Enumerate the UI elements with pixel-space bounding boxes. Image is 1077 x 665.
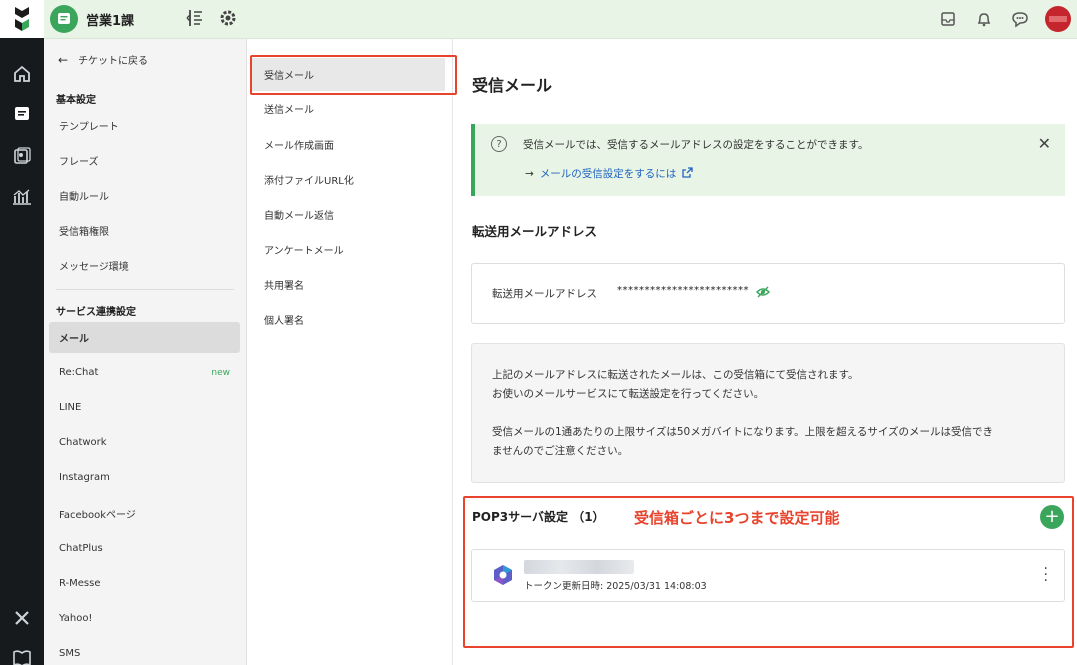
arrow-left-icon: ←	[58, 52, 69, 67]
info-help-link[interactable]: → メールの受信設定をするには	[525, 166, 693, 181]
main-content: 受信メール ? 受信メールでは、受信するメールアドレスの設定をすることができます…	[454, 39, 1077, 665]
forward-note: 上記のメールアドレスに転送されたメールは、この受信箱にて受信されます。 お使いの…	[471, 343, 1065, 483]
pop3-settings-title: POP3サーバ設定 （1）	[472, 510, 605, 524]
info-text: 受信メールでは、受信するメールアドレスの設定をすることができます。	[523, 139, 869, 151]
add-pop3-button[interactable]: +	[1040, 505, 1064, 529]
sidebar-item-mail[interactable]: メール	[49, 322, 240, 353]
redacted-account	[524, 560, 634, 574]
info-banner: ? 受信メールでは、受信するメールアドレスの設定をすることができます。 → メー…	[471, 124, 1065, 196]
microsoft-logo-icon	[492, 564, 516, 588]
bell-icon[interactable]	[973, 8, 995, 30]
sidebar-item-rechat[interactable]: Re:Chat new	[49, 357, 240, 388]
ticket-icon[interactable]	[10, 102, 34, 126]
back-to-tickets-link[interactable]: ← チケットに戻る	[58, 52, 149, 68]
sidebar-item-chatplus[interactable]: ChatPlus	[49, 533, 240, 564]
forward-address-box: 転送用メールアドレス ************************	[471, 263, 1065, 324]
collapse-menu-icon[interactable]	[186, 8, 204, 31]
settings-sidebar: ← チケットに戻る 基本設定 テンプレート フレーズ 自動ルール 受信箱権限 メ…	[44, 39, 247, 665]
menu-item-auto-reply[interactable]: 自動メール返信	[251, 198, 445, 231]
sidebar-item-chatwork[interactable]: Chatwork	[49, 427, 240, 458]
note-line: お使いのメールサービスにて転送設定を行ってください。	[492, 388, 765, 400]
sidebar-item-auto-rule[interactable]: 自動ルール	[49, 180, 240, 211]
menu-item-incoming-mail[interactable]: 受信メール	[251, 58, 445, 91]
logo-icon	[15, 7, 29, 31]
pop3-account-card[interactable]: トークン更新日時: 2025/03/31 14:08:03 · · ·	[471, 549, 1065, 602]
team-switcher[interactable]: 営業1課	[50, 5, 134, 33]
back-label: チケットに戻る	[78, 56, 149, 67]
forward-address-title: 転送用メールアドレス	[472, 224, 598, 239]
new-badge: new	[211, 367, 230, 378]
plus-icon: +	[1044, 506, 1060, 527]
more-vertical-icon[interactable]: · · ·	[1044, 562, 1048, 588]
menu-item-compose-screen[interactable]: メール作成画面	[251, 128, 445, 161]
menu-item-attachment-url[interactable]: 添付ファイルURL化	[251, 163, 445, 196]
forward-address-value: ************************	[617, 285, 749, 296]
sidebar-item-line[interactable]: LINE	[49, 392, 240, 423]
tools-icon[interactable]	[10, 606, 34, 630]
sidebar-item-message-env[interactable]: メッセージ環境	[49, 250, 240, 281]
team-name: 営業1課	[86, 13, 135, 29]
sidebar-item-rmesse[interactable]: R-Messe	[49, 568, 240, 599]
sidebar-item-instagram[interactable]: Instagram	[49, 462, 240, 493]
book-icon[interactable]	[10, 646, 34, 665]
external-link-icon	[682, 166, 693, 181]
token-updated-time: トークン更新日時: 2025/03/31 14:08:03	[524, 581, 707, 592]
forward-address-label: 転送用メールアドレス	[492, 288, 597, 300]
note-line: 上記のメールアドレスに転送されたメールは、この受信箱にて受信されます。	[492, 369, 859, 381]
menu-item-survey-mail[interactable]: アンケートメール	[251, 233, 445, 266]
user-avatar[interactable]	[1045, 6, 1071, 32]
chat-support-icon[interactable]	[1009, 8, 1031, 30]
mail-settings-menu: 受信メール 送信メール メール作成画面 添付ファイルURL化 自動メール返信 ア…	[247, 39, 453, 665]
home-icon[interactable]	[10, 62, 34, 86]
note-line: ませんのでご注意ください。	[492, 445, 629, 457]
note-line: 受信メールの1通あたりの上限サイズは50メガバイトになります。上限を超えるサイズ…	[492, 426, 994, 438]
inbox-icon[interactable]	[937, 8, 959, 30]
app-rail	[0, 0, 44, 665]
report-icon[interactable]	[10, 185, 34, 209]
annotation-text: 受信箱ごとに3つまで設定可能	[634, 509, 840, 527]
sidebar-item-facebook[interactable]: Facebookページ	[49, 498, 240, 529]
gear-icon[interactable]	[218, 8, 238, 31]
sidebar-item-phrase[interactable]: フレーズ	[49, 145, 240, 176]
divider	[56, 289, 234, 290]
sidebar-item-sms[interactable]: SMS	[49, 638, 240, 665]
sidebar-item-yahoo[interactable]: Yahoo!	[49, 603, 240, 634]
section-service-title: サービス連携設定	[56, 307, 136, 318]
arrow-right-icon: →	[525, 167, 534, 180]
sidebar-item-template[interactable]: テンプレート	[49, 110, 240, 141]
app-logo[interactable]	[0, 0, 44, 38]
page-title: 受信メール	[472, 76, 553, 95]
section-basic-title: 基本設定	[56, 95, 96, 106]
top-bar: 営業1課	[44, 0, 1077, 39]
eye-off-icon[interactable]	[755, 286, 771, 301]
question-icon: ?	[491, 136, 507, 152]
contacts-icon[interactable]	[10, 144, 34, 168]
menu-item-shared-signature[interactable]: 共用署名	[251, 268, 445, 301]
menu-item-outgoing-mail[interactable]: 送信メール	[251, 92, 445, 125]
team-icon	[50, 5, 78, 33]
menu-item-personal-signature[interactable]: 個人署名	[251, 303, 445, 336]
close-icon[interactable]: ✕	[1038, 134, 1051, 153]
sidebar-item-inbox-permission[interactable]: 受信箱権限	[49, 215, 240, 246]
